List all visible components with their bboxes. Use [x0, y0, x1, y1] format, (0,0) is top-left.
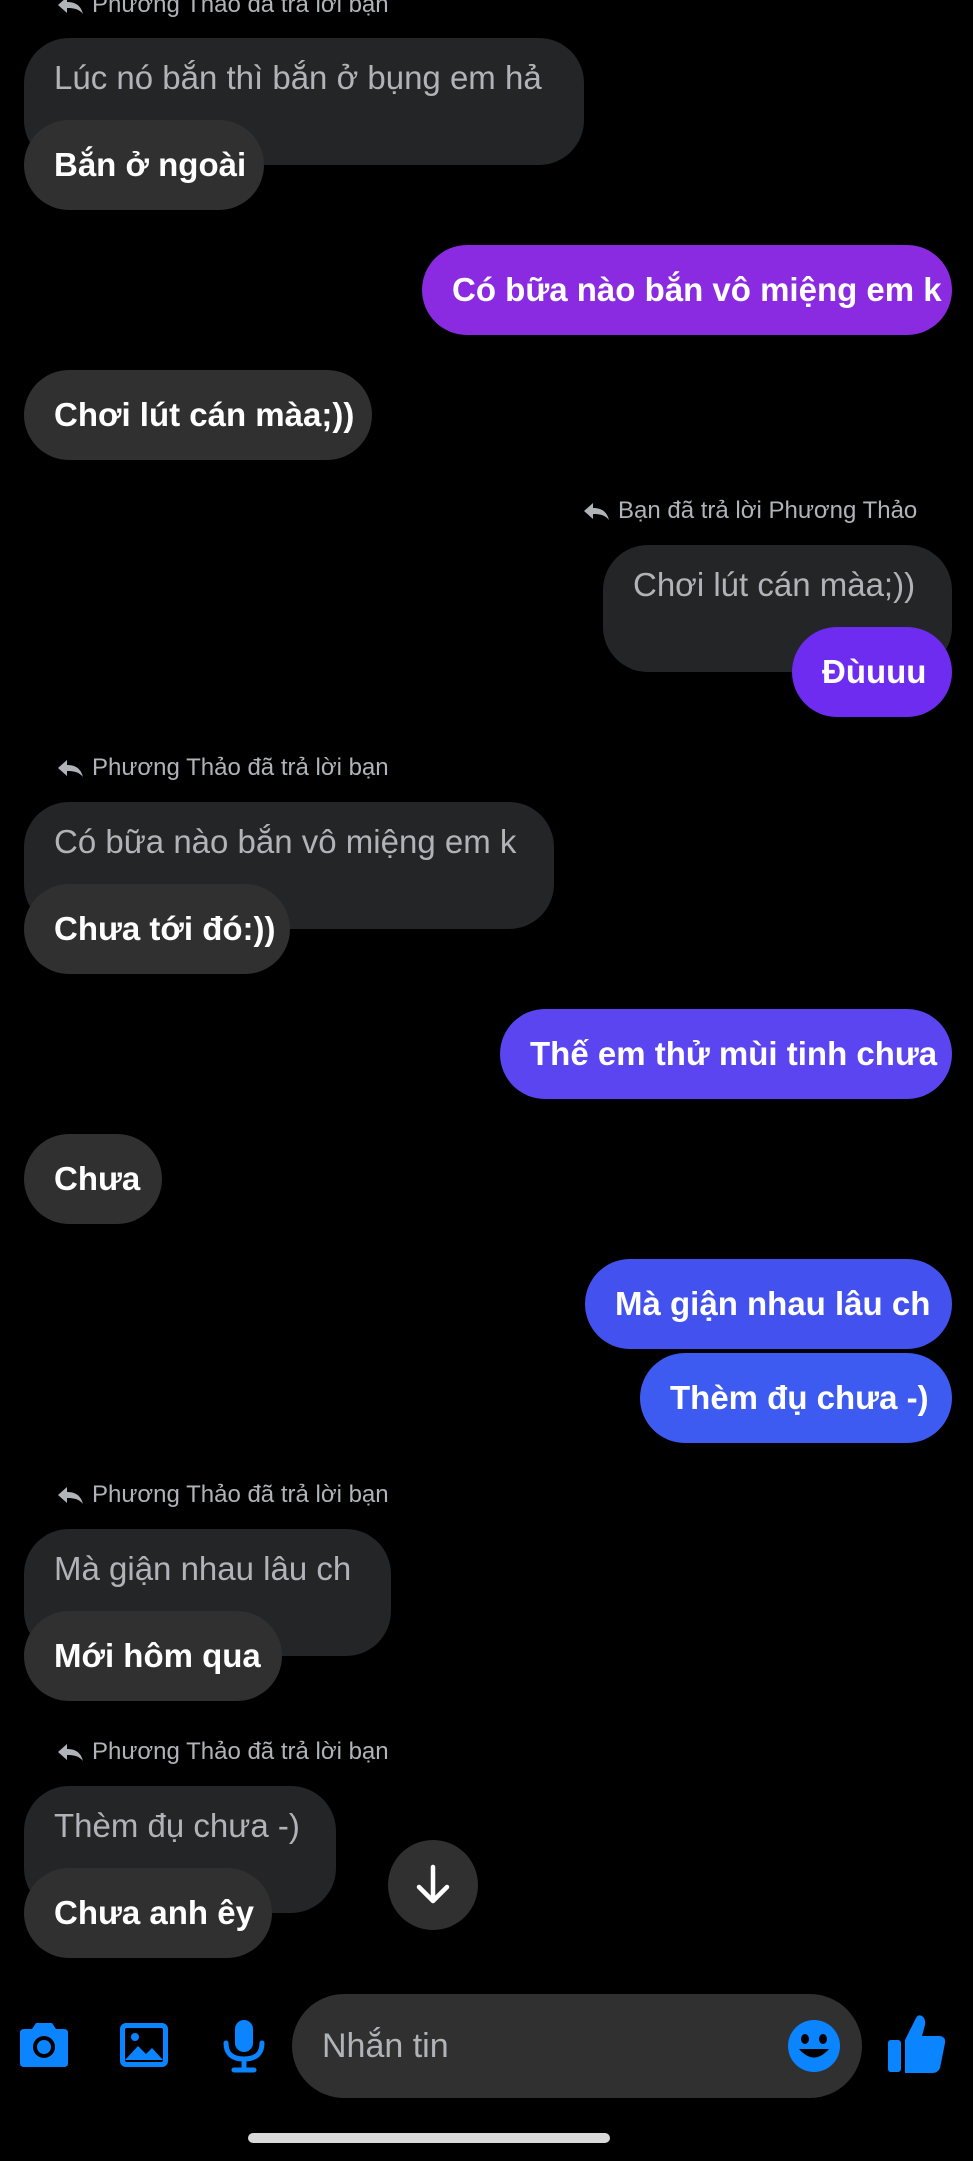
reply-icon [584, 503, 609, 520]
reply-icon [58, 0, 83, 14]
reply-icon [58, 760, 83, 777]
scroll-to-bottom-button[interactable] [388, 1840, 478, 1930]
message-bubble-outgoing[interactable]: Mà giận nhau lâu ch [585, 1259, 952, 1349]
message-bubble-incoming[interactable]: Bắn ở ngoài [24, 120, 264, 210]
message-bubble-incoming[interactable]: Mới hôm qua [24, 1611, 282, 1701]
message-bubble-outgoing[interactable]: Đùuuu [792, 627, 952, 717]
reply-label: Phương Thảo đã trả lời bạn [56, 1737, 389, 1767]
camera-icon[interactable] [14, 2015, 74, 2075]
home-indicator [248, 2133, 610, 2143]
reply-label: Bạn đã trả lời Phương Thảo [582, 496, 917, 526]
emoji-icon[interactable] [784, 2016, 844, 2076]
message-bubble-incoming[interactable]: Chưa [24, 1134, 162, 1224]
message-bubble-outgoing[interactable]: Thèm đụ chưa -) [640, 1353, 952, 1443]
message-bubble-incoming[interactable]: Chưa tới đó:)) [24, 884, 290, 974]
arrow-down-icon [416, 1864, 450, 1904]
thumbs-up-icon[interactable] [882, 2010, 952, 2080]
image-icon[interactable] [114, 2015, 174, 2075]
message-input[interactable]: Nhắn tin [292, 1994, 862, 2098]
reply-label: Phương Thảo đã trả lời bạn [56, 1480, 389, 1510]
reply-label: Phương Thảo đã trả lời bạn [56, 0, 389, 20]
message-bubble-outgoing[interactable]: Thế em thử mùi tinh chưa [500, 1009, 952, 1099]
microphone-icon[interactable] [214, 2015, 274, 2075]
reply-icon [58, 1487, 83, 1504]
message-bubble-incoming[interactable]: Chưa anh êy [24, 1868, 272, 1958]
message-bubble-outgoing[interactable]: Có bữa nào bắn vô miệng em k [422, 245, 952, 335]
reply-icon [58, 1744, 83, 1761]
message-bubble-incoming[interactable]: Chơi lút cán màa;)) [24, 370, 372, 460]
message-input-placeholder: Nhắn tin [322, 2026, 449, 2065]
reply-label: Phương Thảo đã trả lời bạn [56, 753, 389, 783]
